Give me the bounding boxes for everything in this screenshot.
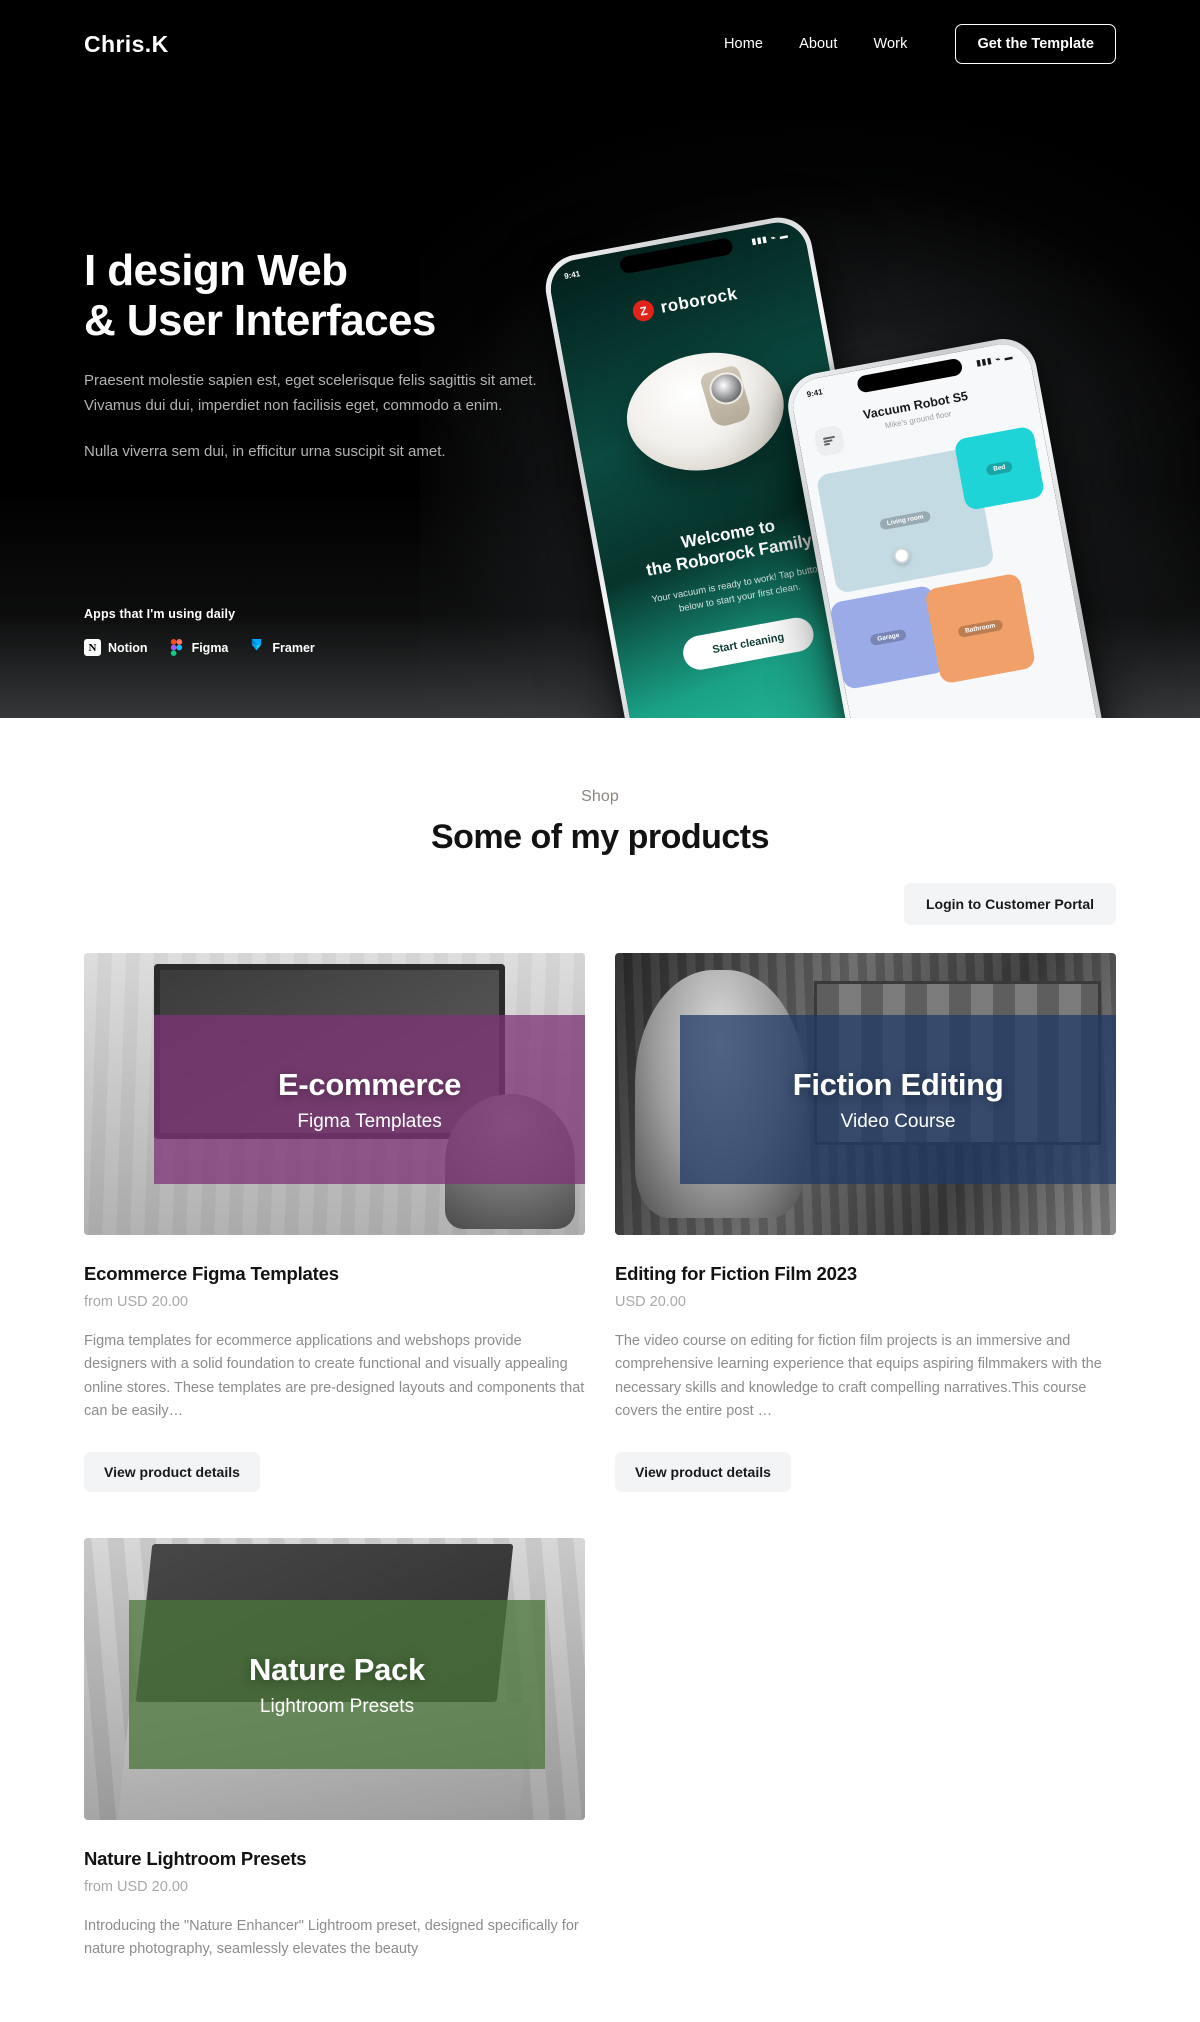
menu-icon[interactable] xyxy=(813,424,846,458)
product-price: from USD 20.00 xyxy=(84,1294,188,1310)
status-time: 9:41 xyxy=(805,387,824,400)
page-title: I design Web & User Interfaces xyxy=(84,246,436,345)
phone-status-bar: 9:41 ▮▮▮ ⌁ ▬ xyxy=(548,228,805,284)
device-subtitle: Mike's ground floor xyxy=(884,409,953,431)
app-figma[interactable]: Figma xyxy=(168,639,229,656)
overlay-title: Nature Pack xyxy=(249,1651,425,1687)
product-card-fiction-editing[interactable]: Fiction Editing Video Course Editing for… xyxy=(615,953,1116,1492)
status-icons: ▮▮▮ ⌁ ▬ xyxy=(975,351,1015,368)
hero-paragraph-2: Nulla viverra sem dui, in efficitur urna… xyxy=(84,443,446,461)
login-customer-portal-button[interactable]: Login to Customer Portal xyxy=(904,883,1116,925)
product-title: Nature Lightroom Presets xyxy=(84,1847,307,1869)
product-title: Editing for Fiction Film 2023 xyxy=(615,1263,857,1284)
phone-status-bar: 9:41 ▮▮▮ ⌁ ▬ xyxy=(790,349,1030,402)
nav-links-group: Home About Work Get the Template xyxy=(724,24,1116,64)
app-notion-label: Notion xyxy=(108,640,148,655)
brand-logo[interactable]: Chris.K xyxy=(84,31,169,58)
notion-icon: N xyxy=(84,639,101,656)
view-product-details-button[interactable]: View product details xyxy=(615,1451,791,1492)
apps-row: N Notion Figma Framer xyxy=(84,639,315,656)
floor-map[interactable]: Living room Bed Garage Bathroom xyxy=(804,424,1106,718)
app-notion[interactable]: N Notion xyxy=(84,639,148,656)
products-grid: E-commerce Figma Templates Ecommerce Fig… xyxy=(84,953,1116,1962)
product-image-ecommerce[interactable]: E-commerce Figma Templates xyxy=(84,953,585,1235)
roborock-mark-icon: Z xyxy=(631,298,656,323)
map-room-living-label: Living room xyxy=(879,510,932,531)
apps-block: Apps that I'm using daily N Notion Figma xyxy=(84,607,315,656)
roborock-welcome-screen: Z roborock Welcome to the Roborock Famil… xyxy=(545,217,901,718)
map-room-garage-label: Garage xyxy=(869,628,908,647)
hero-floor-glow xyxy=(0,488,1200,718)
map-room-bed[interactable]: Bed xyxy=(953,425,1046,511)
product-card-ecommerce[interactable]: E-commerce Figma Templates Ecommerce Fig… xyxy=(84,953,585,1492)
portal-row: Login to Customer Portal xyxy=(84,883,1116,925)
product-overlay: Nature Pack Lightroom Presets xyxy=(129,1599,545,1770)
product-card-nature-presets[interactable]: Nature Pack Lightroom Presets Nature Lig… xyxy=(84,1537,585,1962)
nav-link-about[interactable]: About xyxy=(799,36,837,52)
overlay-title: E-commerce xyxy=(278,1066,462,1102)
get-the-template-button[interactable]: Get the Template xyxy=(955,24,1116,64)
phone-notch xyxy=(856,357,964,394)
overlay-title: Fiction Editing xyxy=(792,1066,1004,1102)
product-description: Introducing the "Nature Enhancer" Lightr… xyxy=(84,1917,579,1958)
welcome-heading: Welcome to the Roborock Family! xyxy=(644,516,820,581)
product-image-nature-presets[interactable]: Nature Pack Lightroom Presets xyxy=(84,1537,585,1820)
main-navigation: Chris.K Home About Work Get the Template xyxy=(0,0,1200,88)
device-title: Vacuum Robot S5 xyxy=(862,388,970,423)
start-cleaning-button[interactable]: Start cleaning xyxy=(679,614,817,673)
product-description: The video course on editing for fiction … xyxy=(615,1333,1102,1420)
vacuum-map-screen: Vacuum Robot S5 Mike's ground floor Livi… xyxy=(788,339,1120,718)
product-image-fiction-editing[interactable]: Fiction Editing Video Course xyxy=(615,953,1116,1235)
overlay-subtitle: Video Course xyxy=(840,1110,956,1132)
hero-paragraph-1: Praesent molestie sapien est, eget scele… xyxy=(84,372,537,414)
view-product-details-button[interactable]: View product details xyxy=(84,1451,260,1492)
nav-link-work[interactable]: Work xyxy=(873,36,907,52)
map-room-bed-label: Bed xyxy=(985,460,1014,477)
product-title: Ecommerce Figma Templates xyxy=(84,1263,339,1284)
hero-copy: I design Web & User Interfaces Praesent … xyxy=(84,246,554,464)
product-overlay: E-commerce Figma Templates xyxy=(154,1015,585,1185)
map-room-living[interactable]: Living room xyxy=(815,446,995,594)
map-room-garage[interactable]: Garage xyxy=(829,584,948,691)
vacuum-illustration xyxy=(617,340,794,484)
nav-link-home[interactable]: Home xyxy=(724,36,763,52)
app-framer-label: Framer xyxy=(272,640,315,655)
map-room-bathroom-label: Bathroom xyxy=(957,618,1004,638)
framer-icon xyxy=(248,639,265,656)
phone-mockup-vacuum-map: 9:41 ▮▮▮ ⌁ ▬ Vacuum Robot S5 Mike's grou… xyxy=(782,333,1126,718)
phone-mockup-roborock-welcome: 9:41 ▮▮▮ ⌁ ▬ Z roborock Welcome to the R… xyxy=(540,212,906,718)
status-icons: ▮▮▮ ⌁ ▬ xyxy=(750,230,790,247)
product-price: from USD 20.00 xyxy=(84,1878,188,1895)
robot-position-marker xyxy=(892,546,911,565)
product-button-row: View product details xyxy=(84,1451,585,1492)
figma-icon xyxy=(168,639,185,656)
product-overlay: Fiction Editing Video Course xyxy=(680,1015,1116,1185)
shop-section: Shop Some of my products Login to Custom… xyxy=(0,718,1200,2022)
app-figma-label: Figma xyxy=(191,640,229,655)
product-price: USD 20.00 xyxy=(615,1294,686,1310)
status-time: 9:41 xyxy=(563,269,581,281)
app-framer[interactable]: Framer xyxy=(248,639,315,656)
map-room-bathroom[interactable]: Bathroom xyxy=(924,572,1037,685)
overlay-subtitle: Figma Templates xyxy=(297,1110,442,1132)
product-description: Figma templates for ecommerce applicatio… xyxy=(84,1333,585,1420)
overlay-subtitle: Lightroom Presets xyxy=(259,1695,415,1717)
phone-notch xyxy=(618,236,735,275)
roborock-logo: Z roborock xyxy=(631,283,739,323)
apps-label: Apps that I'm using daily xyxy=(84,607,236,621)
hero-section: Chris.K Home About Work Get the Template… xyxy=(0,0,1200,718)
roborock-brand-label: roborock xyxy=(658,283,739,317)
shop-eyebrow: Shop xyxy=(581,788,619,805)
product-button-row: View product details xyxy=(615,1451,1116,1492)
shop-title: Some of my products xyxy=(430,818,770,856)
welcome-subtext: Your vacuum is ready to work! Tap button… xyxy=(650,562,824,615)
